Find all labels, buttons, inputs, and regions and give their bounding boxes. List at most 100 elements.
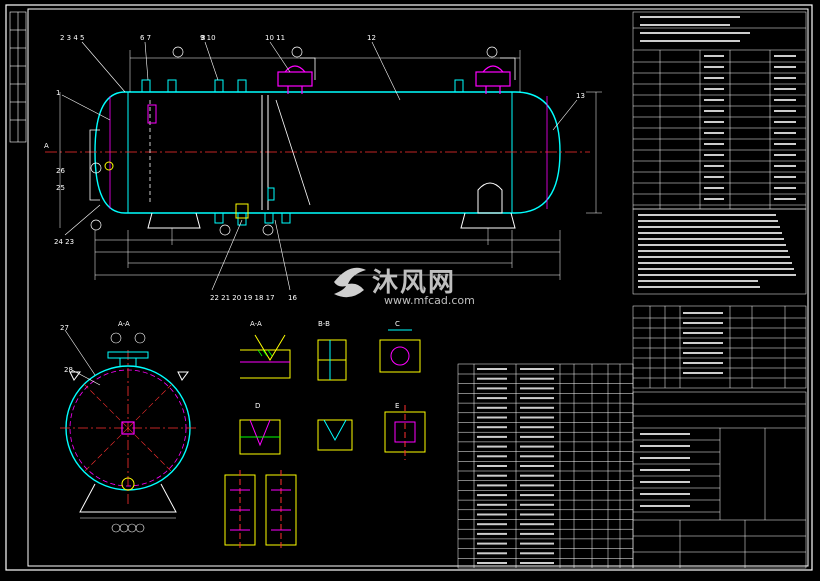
parts-row-text [520,484,554,487]
spec-row-text [774,187,796,189]
parts-row-text [477,562,507,564]
spec-row-text [704,77,724,79]
spec-row-text [704,121,724,123]
note-text-line [638,232,782,234]
spec-row-text [774,132,796,134]
saddle-right [460,212,516,229]
balloon-67: 6 7 [140,34,151,42]
parts-row-text [477,445,507,448]
nozzle-table [632,305,807,389]
detail-title-5: E [395,402,399,410]
parts-row-text [520,397,554,400]
detail-c [379,329,421,373]
detail-a [240,334,291,379]
note-text-line [638,226,780,228]
note-text-line [638,274,796,276]
parts-row-text [477,416,507,419]
parts-row-text [477,494,507,497]
detail-d [239,419,281,455]
parts-row-text [477,387,507,390]
spec-row-text [704,143,724,145]
spec-header-text [640,32,750,34]
title-row-text [640,505,690,507]
note-text-line [638,268,794,270]
balloon-2345: 2 3 4 5 [60,34,85,42]
spec-row-text [774,165,796,167]
detail-e [317,419,353,451]
spec-row-text [774,99,796,101]
parts-row-text [520,377,554,380]
baffle-foot [267,187,275,201]
spec-row-text [774,66,796,68]
parts-row-text [520,465,554,467]
balloon-bottom-group: 22 21 20 19 18 17 [210,294,275,302]
nozzle-row-text [683,322,723,324]
parts-row-text [477,406,507,409]
title-block [632,391,807,569]
balloon-27: 27 [60,324,69,332]
dimension-lines [59,50,602,280]
note-text-line [638,220,778,222]
parts-row-text [477,503,507,506]
parts-row-text [520,562,554,564]
note-text-line [638,244,786,246]
balloon-910: 9 10 [200,34,216,42]
parts-row-text [477,435,507,438]
spec-header-text [640,40,740,42]
section-marker-a: A [44,142,49,150]
nozzle-row-text [683,372,723,374]
spec-header-text [640,24,730,26]
spec-row-text [774,143,796,145]
detail-b [317,339,347,381]
balloon-28: 28 [64,366,73,374]
bottom-nozzles [214,212,291,226]
note-lines [638,214,796,288]
parts-row-text [520,474,554,477]
spec-row-text [704,88,724,90]
spec-header-text [640,16,740,18]
spec-row-text [774,121,796,123]
note-text-line [638,238,784,240]
balloon-2423: 24 23 [54,238,74,246]
balloon-1011: 10 11 [265,34,285,42]
spec-row-text [774,154,796,156]
parts-row-text [520,435,554,438]
left-strip [9,11,27,143]
parts-row-text [477,397,507,400]
nozzle-row-text [683,352,723,354]
note-text-line [638,280,758,282]
parts-row-text [520,494,554,497]
nozzle-tag-circles [90,46,498,236]
tank-shell [94,91,561,214]
inner-flange [147,104,157,124]
parts-row-text [477,426,507,429]
balloon-13: 13 [576,92,585,100]
balloon-16: 16 [288,294,297,302]
detail-title-3: C [395,320,400,328]
nozzle-row-text [683,332,723,334]
parts-row-text [477,542,507,545]
title-row-text [640,457,690,459]
title-row-text [640,433,690,435]
spec-row-text [774,88,796,90]
detail-f [384,405,426,460]
detail-title-4: D [255,402,260,410]
balloon-25: 25 [56,184,65,192]
parts-row-text [477,368,507,370]
title-row-text [640,481,690,483]
parts-row-text [477,484,507,487]
saddle-left [147,212,201,229]
spec-row-text [774,198,796,200]
parts-row-text [477,513,507,516]
parts-row-text [520,513,554,516]
spec-row-text [704,132,724,134]
note-text-line [638,256,790,258]
parts-row-text [520,532,554,535]
balloon-1: 1 [56,89,60,97]
gauge-fitting [104,161,114,171]
detail-g [224,470,297,550]
title-block-rows [633,433,720,513]
spec-table-rows [633,16,806,206]
nozzle-row-text [683,362,723,364]
parts-row-text [477,552,507,555]
